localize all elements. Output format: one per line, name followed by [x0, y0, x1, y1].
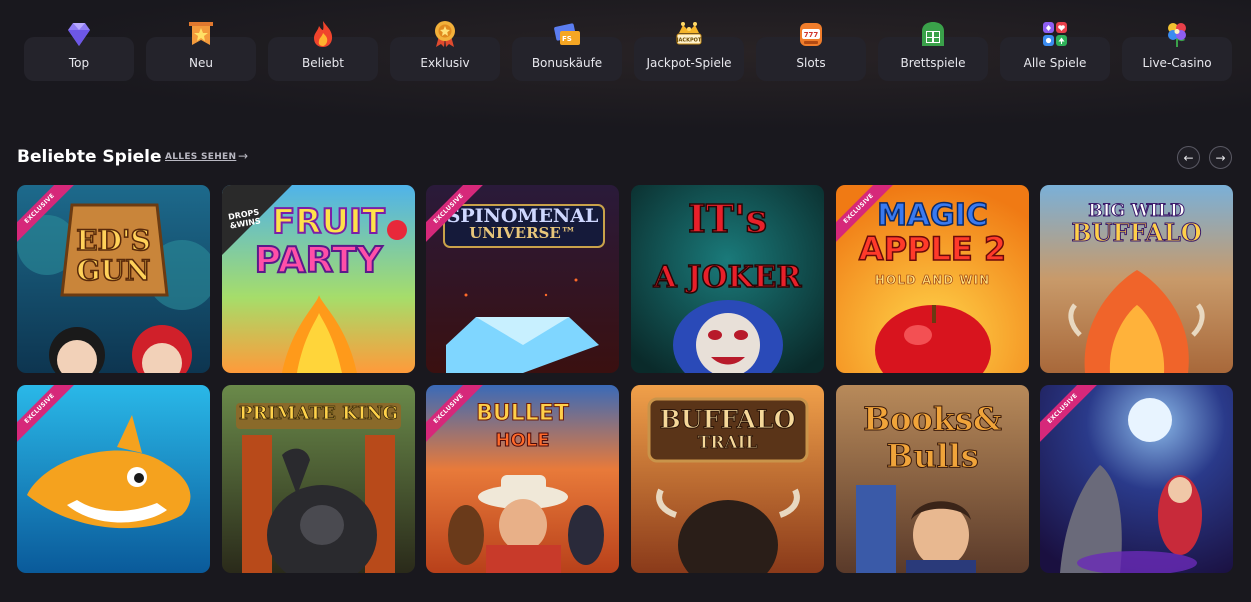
jackpot-crown-icon: JACKPOT [673, 18, 705, 50]
category-top[interactable]: Top [24, 23, 134, 81]
category-label: Slots [796, 56, 826, 70]
category-label: Neu [189, 56, 213, 70]
game-title-line: IT's [687, 196, 768, 241]
game-title-line: HOLE [495, 430, 550, 451]
game-tile-big-wild-buffalo[interactable]: BIG WILD BUFFALO [1040, 185, 1233, 373]
category-live-casino[interactable]: Live-Casino [1122, 23, 1232, 81]
game-title-line: GUN [76, 254, 151, 287]
slot-machine-icon: 777 [795, 18, 827, 50]
category-label: Brettspiele [900, 56, 966, 70]
game-title-line: ED'S [76, 224, 152, 257]
category-bonus-buy[interactable]: FS Bonuskäufe [512, 23, 622, 81]
game-title-line: PRIMATE KING [238, 403, 399, 424]
game-tile-magic-apple-2[interactable]: MAGIC APPLE 2 HOLD AND WIN EXCLUSIVE [836, 185, 1029, 373]
game-tile-shark[interactable]: EXCLUSIVE [17, 385, 210, 573]
category-label: Top [68, 56, 90, 70]
category-label: Alle Spiele [1023, 56, 1087, 70]
category-label: Exklusiv [420, 56, 470, 70]
game-tile-eds-gun[interactable]: ED'S GUN EXCLUSIVE [17, 185, 210, 373]
free-spins-ticket-icon: FS [551, 18, 583, 50]
category-label: Jackpot-Spiele [646, 56, 732, 70]
arrow-left-icon: ← [1183, 150, 1194, 165]
game-artwork [1040, 385, 1233, 573]
category-popular[interactable]: Beliebt [268, 21, 378, 81]
clover-flower-icon [1161, 18, 1193, 50]
game-title-line: BUFFALO [1071, 218, 1202, 247]
category-new[interactable]: Neu [146, 22, 256, 81]
game-tile-fruit-party[interactable]: DROPS &WINS FRUIT PARTY [222, 185, 415, 373]
game-title-line: APPLE 2 [858, 230, 1007, 268]
category-label: Beliebt [302, 56, 344, 70]
board-game-icon [917, 18, 949, 50]
game-title-line: FRUIT [271, 202, 386, 242]
category-all-games[interactable]: Alle Spiele [1000, 22, 1110, 81]
medal-icon [429, 18, 461, 50]
star-banner-icon [185, 18, 217, 50]
game-title-line: PARTY [254, 240, 384, 281]
category-exclusive[interactable]: Exklusiv [390, 21, 500, 81]
category-bar: Top Neu Beliebt Exklusiv FS Bonuskäufe J… [24, 16, 1236, 82]
game-title-line: A JOKER [653, 260, 802, 295]
game-title-line: Bulls [886, 437, 980, 475]
arrow-right-icon: → [1215, 150, 1226, 165]
section-title: Beliebte Spiele [17, 147, 162, 167]
diamond-icon [63, 18, 95, 50]
game-title-line: Books& [863, 400, 1003, 438]
game-title-line: UNIVERSE™ [469, 224, 576, 242]
game-title-line: TRAIL [697, 433, 758, 453]
game-artwork [17, 385, 210, 573]
game-tile-buffalo-trail[interactable]: BUFFALO TRAIL [631, 385, 824, 573]
category-slots[interactable]: 777 Slots [756, 23, 866, 81]
arrow-right-icon: → [238, 149, 249, 163]
game-title-line: HOLD AND WIN [874, 273, 991, 287]
carousel-prev-button[interactable]: ← [1177, 146, 1200, 169]
category-jackpot[interactable]: JACKPOT Jackpot-Spiele [634, 22, 744, 81]
carousel-next-button[interactable]: → [1209, 146, 1232, 169]
game-tile-wolf-night[interactable]: EXCLUSIVE [1040, 385, 1233, 573]
category-board-games[interactable]: Brettspiele [878, 22, 988, 81]
game-tile-primate-king[interactable]: PRIMATE KING [222, 385, 415, 573]
card-suits-icon [1039, 18, 1071, 50]
game-tile-bullet-hole[interactable]: BULLET HOLE EXCLUSIVE [426, 385, 619, 573]
fire-icon [307, 18, 339, 50]
category-label: Bonuskäufe [531, 56, 603, 70]
svg-text:FS: FS [562, 35, 572, 43]
game-tile-books-and-bulls[interactable]: Books& Bulls [836, 385, 1029, 573]
game-tile-its-a-joker[interactable]: IT's A JOKER [631, 185, 824, 373]
game-title-line: BUFFALO [659, 405, 796, 434]
see-all-link[interactable]: ALLES SEHEN [165, 152, 236, 162]
category-label: Live-Casino [1142, 56, 1212, 70]
slot-badge-text: 777 [804, 31, 819, 39]
game-tile-spinomenal-universe[interactable]: SPINOMENAL UNIVERSE™ EXCLUSIVE [426, 185, 619, 373]
jackpot-badge-text: JACKPOT [676, 38, 702, 44]
